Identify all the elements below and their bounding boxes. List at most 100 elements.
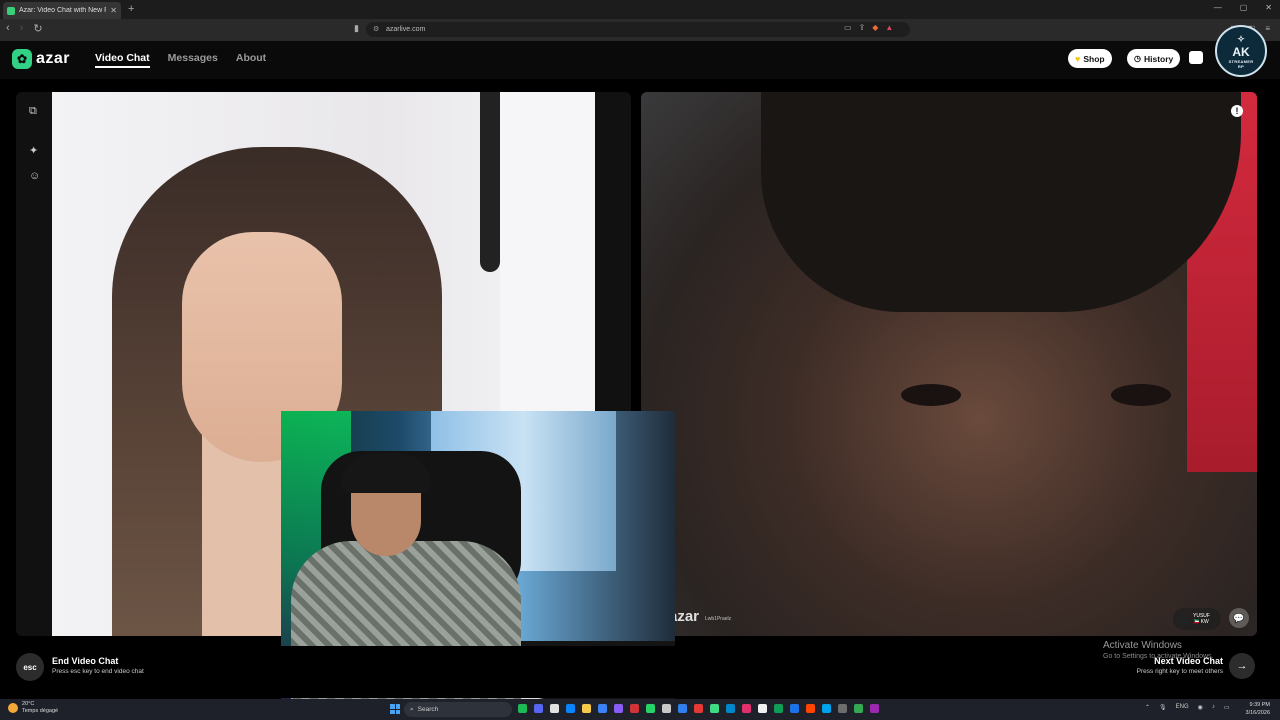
cast-icon[interactable]: ▭	[844, 23, 852, 32]
gem-icon: ♥	[1075, 53, 1081, 64]
windows-start-icon[interactable]	[390, 704, 400, 714]
shop-button[interactable]: ♥ Shop	[1068, 49, 1112, 68]
taskbar-app-icon[interactable]	[758, 704, 767, 713]
taskbar-app-icon[interactable]	[598, 704, 607, 713]
next-chat-button[interactable]: →	[1229, 653, 1255, 679]
esc-key-button[interactable]: esc	[16, 653, 44, 681]
taskbar-app-icon[interactable]	[662, 704, 671, 713]
history-label: History	[1143, 53, 1174, 64]
close-window-icon[interactable]: ✕	[1265, 3, 1272, 12]
taskbar-app-icon[interactable]	[582, 704, 591, 713]
chat-icon[interactable]: 💬	[1229, 608, 1249, 628]
browser-nav: ‹ › ↻	[6, 22, 43, 35]
nav-messages[interactable]: Messages	[168, 52, 218, 68]
taskbar-app-icon[interactable]	[630, 704, 639, 713]
microphone-icon[interactable]: 🎙	[1159, 704, 1167, 711]
clock-time: 9:39 PM	[1249, 702, 1270, 708]
network-icon[interactable]: ◉	[1198, 704, 1203, 711]
share-icon[interactable]: ⇪	[859, 23, 866, 32]
browser-toolbar: ‹ › ↻ ▮ ⚙ azarlive.com ▭ ⇪ ◆ ▲ ▣ ◧ ≡	[0, 19, 1280, 41]
maximize-icon[interactable]: ▢	[1240, 3, 1248, 12]
magic-filter-icon[interactable]: ✦	[29, 144, 38, 157]
taskbar-app-icon[interactable]	[534, 704, 543, 713]
tray-chevron-icon[interactable]: ⌃	[1145, 704, 1150, 711]
weather-widget[interactable]: 20°C Temps dégagé	[8, 701, 58, 715]
windows-taskbar: 20°C Temps dégagé ⌕ Search ⌃ 🎙 ENG ◉ ♪ ▭…	[0, 699, 1280, 720]
report-icon[interactable]: !	[1231, 105, 1243, 117]
lang-indicator[interactable]: ENG	[1176, 704, 1189, 711]
search-label: Search	[417, 706, 439, 713]
bottom-controls: esc End Video Chat Press esc key to end …	[0, 640, 1280, 698]
taskbar-app-icon[interactable]	[614, 704, 623, 713]
taskbar-app-icon[interactable]	[790, 704, 799, 713]
system-tray: ⌃ 🎙 ENG ◉ ♪ ▭	[1145, 704, 1230, 711]
address-bar[interactable]: ⚙ azarlive.com	[366, 22, 910, 37]
logo-text: azar	[36, 50, 71, 67]
swap-camera-icon[interactable]: ⧉	[29, 105, 37, 118]
taskbar-clock[interactable]: 9:39 PM 3/16/2026	[1246, 701, 1270, 717]
tab-title: Azar: Video Chat with New Pe	[19, 7, 107, 14]
address-bar-icons: ▭ ⇪ ◆ ▲	[844, 23, 893, 32]
screen: Azar: Video Chat with New Pe ✕ + — ▢ ✕ ‹…	[0, 0, 1280, 720]
weather-desc: Temps dégagé	[22, 708, 59, 714]
next-chat-title[interactable]: Next Video Chat	[1154, 656, 1223, 666]
browser-tab-bar: Azar: Video Chat with New Pe ✕ + — ▢ ✕	[0, 0, 1280, 19]
taskbar-app-icon[interactable]	[822, 704, 831, 713]
taskbar-app-icon[interactable]	[694, 704, 703, 713]
reload-icon[interactable]: ↻	[33, 22, 42, 35]
weather-icon	[8, 703, 18, 713]
taskbar-app-icon[interactable]	[566, 704, 575, 713]
inbox-icon[interactable]	[1189, 51, 1203, 64]
search-icon: ⌕	[410, 705, 414, 713]
new-tab-button[interactable]: +	[128, 3, 134, 15]
browser-tab[interactable]: Azar: Video Chat with New Pe ✕	[3, 2, 121, 19]
next-chat-hint: Press right key to meet others	[1136, 668, 1223, 675]
taskbar-app-icon[interactable]	[742, 704, 751, 713]
nav-video-chat[interactable]: Video Chat	[95, 52, 150, 68]
nav-about[interactable]: About	[236, 52, 266, 68]
activate-windows-title: Activate Windows	[1103, 640, 1182, 651]
user-badge[interactable]: YUSUF 🇰🇼 KW	[1173, 608, 1221, 630]
end-chat-title[interactable]: End Video Chat	[52, 656, 118, 666]
sticker-icon[interactable]: ☺	[29, 170, 40, 182]
taskbar-search[interactable]: ⌕ Search	[404, 702, 512, 717]
shop-label: Shop	[1083, 53, 1105, 64]
history-button[interactable]: ◷ History	[1127, 49, 1181, 68]
taskbar-app-icon[interactable]	[838, 704, 847, 713]
taskbar-app-icon[interactable]	[774, 704, 783, 713]
taskbar-app-icon[interactable]	[518, 704, 527, 713]
rewards-icon[interactable]: ▲	[885, 23, 893, 32]
battery-icon[interactable]: ▭	[1224, 704, 1230, 711]
close-tab-icon[interactable]: ✕	[110, 6, 117, 15]
taskbar-apps	[518, 704, 879, 713]
avatar-sub2: RP	[1237, 63, 1245, 69]
remote-video-panel: ! azar Lwb1Praelz YUSUF 🇰🇼 KW 💬	[641, 92, 1257, 636]
clock-date: 3/16/2026	[1245, 710, 1270, 716]
taskbar-app-icon[interactable]	[806, 704, 815, 713]
taskbar-app-icon[interactable]	[646, 704, 655, 713]
minimize-icon[interactable]: —	[1214, 3, 1222, 12]
taskbar-app-icon[interactable]	[726, 704, 735, 713]
taskbar-app-icon[interactable]	[710, 704, 719, 713]
taskbar-app-icon[interactable]	[854, 704, 863, 713]
bookmark-icon[interactable]: ▮	[354, 23, 359, 34]
window-controls: — ▢ ✕	[1214, 3, 1272, 12]
url-text: azarlive.com	[386, 26, 426, 33]
main-nav: Video Chat Messages About	[95, 52, 266, 68]
forward-icon[interactable]: ›	[20, 22, 24, 35]
menu-icon[interactable]: ≡	[1265, 24, 1270, 33]
site-info-icon[interactable]: ⚙	[373, 25, 379, 33]
taskbar-app-icon[interactable]	[870, 704, 879, 713]
remote-video	[641, 92, 1257, 636]
end-chat-hint: Press esc key to end video chat	[52, 668, 144, 675]
back-icon[interactable]: ‹	[6, 22, 10, 35]
taskbar-app-icon[interactable]	[678, 704, 687, 713]
volume-icon[interactable]: ♪	[1212, 704, 1215, 711]
azar-favicon-icon	[7, 6, 15, 15]
user-country: 🇰🇼 KW	[1193, 619, 1209, 625]
clock-icon: ◷	[1134, 54, 1141, 63]
avatar-text: AK	[1232, 44, 1250, 59]
taskbar-app-icon[interactable]	[550, 704, 559, 713]
brave-shields-icon[interactable]: ◆	[872, 23, 878, 32]
azar-logo[interactable]: ✿ azar	[12, 49, 70, 69]
